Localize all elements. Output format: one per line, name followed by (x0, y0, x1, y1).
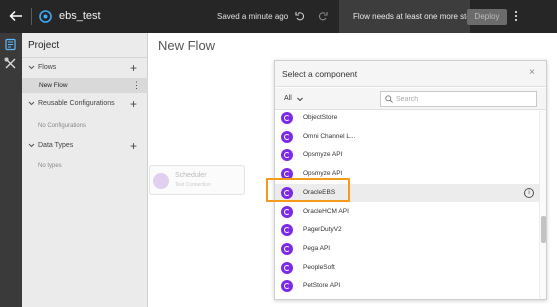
chevron-down-icon[interactable] (28, 142, 35, 149)
node-subtitle: Test Connection (175, 182, 211, 188)
chevron-down-icon[interactable] (297, 97, 303, 102)
component-label: Pega API (303, 244, 331, 252)
node-title: Scheduler (175, 172, 207, 179)
tools-icon[interactable] (4, 57, 17, 70)
scrollbar-track[interactable] (539, 111, 546, 299)
component-label: ObjectStore (303, 114, 338, 121)
reusable-empty-text: No Configurations (38, 123, 87, 129)
component-item[interactable]: OracleHCM API (275, 203, 539, 222)
component-item[interactable]: PetStore API (275, 277, 539, 296)
component-label: OracleHCM API (303, 207, 349, 215)
section-flows[interactable]: Flows + (22, 61, 148, 76)
more-options-icon[interactable] (513, 10, 519, 22)
component-label: Opsmyze API (303, 151, 343, 159)
app-icon (39, 10, 52, 23)
flow-item-label: New Flow (39, 82, 68, 89)
component-item-highlighted[interactable]: OracleEBS i (275, 183, 539, 203)
component-icon (281, 280, 293, 293)
component-icon (281, 261, 293, 274)
flow-node-scheduler[interactable]: Scheduler Test Connection (149, 165, 245, 195)
data-types-empty-text: No types (38, 163, 62, 169)
top-bar: ebs_test Saved a minute ago Flow needs a… (0, 0, 557, 33)
divider (22, 57, 148, 58)
deploy-button[interactable]: Deploy (467, 9, 507, 25)
left-rail (0, 33, 22, 307)
section-reusable-label: Reusable Configurations (38, 100, 115, 107)
dialog-filter-bar: All (275, 88, 546, 110)
component-label: PetStore API (303, 282, 341, 290)
component-icon (281, 130, 293, 143)
canvas-title: New Flow (158, 38, 216, 53)
search-box[interactable] (380, 91, 537, 107)
section-data-types-label: Data Types (38, 142, 74, 149)
project-panel-title: Project (28, 40, 60, 51)
component-item[interactable]: Opsmyze API (275, 165, 539, 184)
dialog-title: Select a component (282, 69, 358, 79)
flow-item-new-flow[interactable]: New Flow ⋮ (22, 78, 148, 93)
component-item[interactable]: PeopleSoft (275, 259, 539, 278)
chevron-down-icon[interactable] (28, 64, 35, 71)
section-flows-label: Flows (38, 64, 57, 71)
component-icon (281, 149, 293, 162)
component-label: PeopleSoft (303, 263, 335, 271)
component-item[interactable]: Opsmyze API (275, 146, 539, 165)
back-arrow-icon[interactable] (9, 9, 23, 23)
redo-icon[interactable] (318, 11, 328, 21)
component-item[interactable]: ObjectStore (275, 109, 539, 128)
component-label: OracleEBS (303, 188, 336, 196)
component-item[interactable]: PagerDutyV2 (275, 221, 539, 240)
component-icon (281, 186, 293, 199)
chevron-down-icon[interactable] (28, 100, 35, 107)
project-panel-icon[interactable] (4, 38, 17, 51)
project-title: ebs_test (59, 10, 101, 22)
add-configuration-button[interactable]: + (130, 98, 137, 110)
save-status: Saved a minute ago (217, 12, 289, 21)
section-reusable-configurations[interactable]: Reusable Configurations + (22, 97, 148, 112)
search-icon (385, 95, 393, 103)
flow-warning-text: Flow needs at least one more step (353, 12, 476, 21)
component-icon (281, 168, 293, 181)
add-flow-button[interactable]: + (130, 62, 137, 74)
project-panel: Project Flows + New Flow ⋮ Reusable Conf… (22, 33, 148, 307)
category-filter[interactable]: All (284, 95, 292, 102)
section-data-types[interactable]: Data Types + (22, 139, 148, 154)
undo-icon[interactable] (295, 11, 305, 21)
component-label: Opsmyze API (303, 170, 343, 178)
search-input[interactable] (396, 94, 531, 105)
close-icon[interactable]: × (529, 68, 535, 78)
select-component-dialog: Select a component × All ObjectStore Omn… (274, 60, 547, 300)
component-icon (281, 224, 293, 237)
component-label: PagerDutyV2 (303, 226, 342, 234)
component-icon (281, 205, 293, 218)
component-icon (281, 242, 293, 255)
component-item[interactable]: Pega API (275, 240, 539, 259)
add-data-type-button[interactable]: + (130, 140, 137, 152)
node-icon (153, 173, 169, 189)
component-icon (281, 112, 293, 124)
flow-warning: Flow needs at least one more step (339, 0, 475, 33)
dialog-header: Select a component × (275, 61, 546, 87)
flow-item-menu-icon[interactable]: ⋮ (132, 81, 141, 90)
component-list: ObjectStore Omni Channel L... Opsmyze AP… (275, 109, 539, 299)
scrollbar-thumb[interactable] (541, 216, 546, 243)
component-item[interactable]: Omni Channel L... (275, 128, 539, 147)
divider (31, 8, 32, 25)
component-label: Omni Channel L... (303, 132, 356, 140)
info-icon[interactable]: i (524, 187, 534, 198)
